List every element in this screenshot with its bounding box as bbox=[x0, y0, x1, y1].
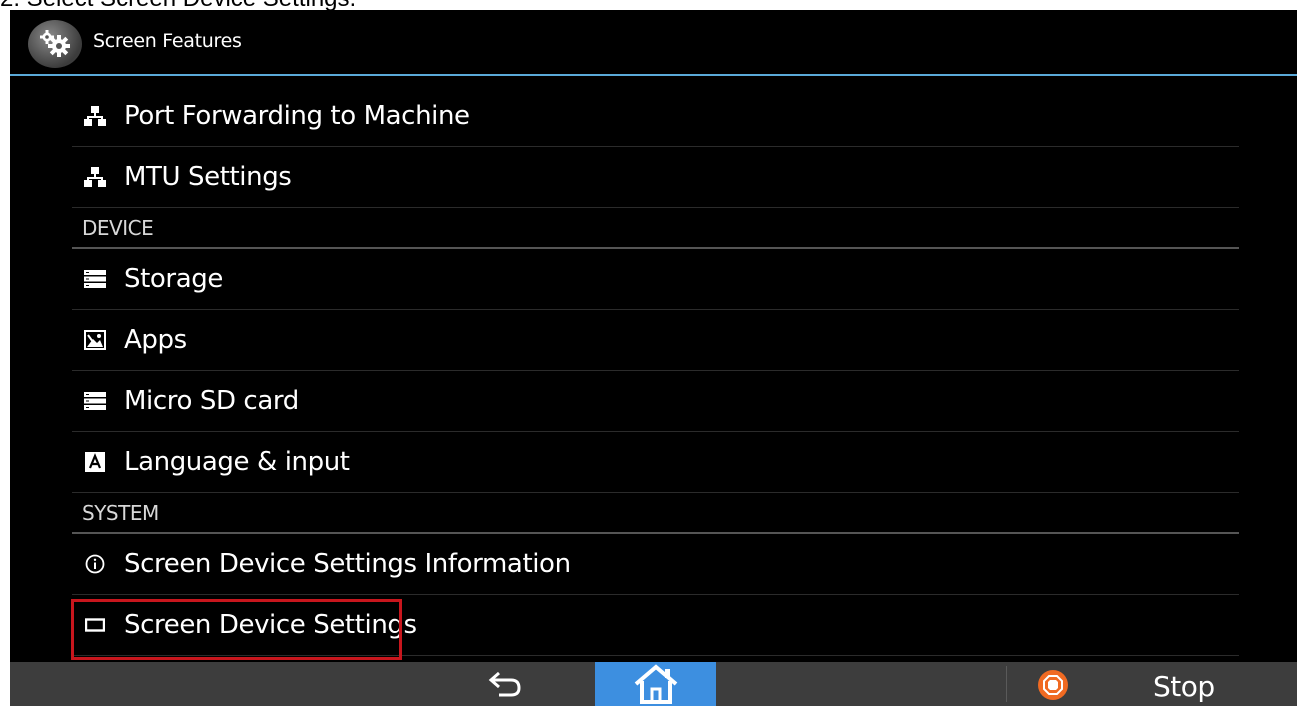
storage-icon bbox=[84, 268, 106, 290]
bar-divider bbox=[1006, 666, 1007, 702]
section-header-system: SYSTEM bbox=[72, 493, 1239, 534]
list-item-label: MTU Settings bbox=[124, 162, 292, 192]
list-item-label: Micro SD card bbox=[124, 386, 299, 416]
list-item-mtu-settings[interactable]: MTU Settings bbox=[72, 147, 1239, 208]
back-arrow-icon[interactable] bbox=[480, 662, 530, 706]
stop-icon[interactable] bbox=[1038, 670, 1068, 700]
list-item-label: Port Forwarding to Machine bbox=[124, 101, 470, 131]
section-label: SYSTEM bbox=[82, 500, 159, 525]
list-item-screen-device-settings[interactable]: Screen Device Settings bbox=[72, 595, 1239, 656]
settings-list: Port Forwarding to Machine MTU Settings … bbox=[72, 86, 1239, 656]
storage-icon bbox=[84, 390, 106, 412]
list-item-screen-device-settings-information[interactable]: Screen Device Settings Information bbox=[72, 534, 1239, 595]
instruction-caption: 2. Select Screen Device Settings. bbox=[0, 0, 356, 11]
list-item-micro-sd-card[interactable]: Micro SD card bbox=[72, 371, 1239, 432]
network-icon bbox=[84, 105, 106, 127]
list-item-label: Screen Device Settings Information bbox=[124, 549, 571, 579]
list-item-port-forwarding[interactable]: Port Forwarding to Machine bbox=[72, 86, 1239, 147]
info-icon bbox=[84, 553, 106, 575]
navigation-bar: Stop bbox=[10, 662, 1297, 706]
apps-icon bbox=[84, 329, 106, 351]
title-bar: Screen Features bbox=[10, 10, 1297, 76]
section-label: DEVICE bbox=[82, 215, 154, 240]
list-item-language-input[interactable]: Language & input bbox=[72, 432, 1239, 493]
network-icon bbox=[84, 166, 106, 188]
stop-button[interactable]: Stop bbox=[1153, 670, 1215, 703]
list-item-label: Storage bbox=[124, 264, 223, 294]
list-item-apps[interactable]: Apps bbox=[72, 310, 1239, 371]
list-item-storage[interactable]: Storage bbox=[72, 249, 1239, 310]
list-item-label: Apps bbox=[124, 325, 187, 355]
language-icon bbox=[84, 451, 106, 473]
device-screen: Screen Features Port Forwarding to Machi… bbox=[10, 10, 1297, 706]
gears-icon[interactable] bbox=[28, 20, 82, 68]
display-icon bbox=[84, 614, 106, 636]
screen-title: Screen Features bbox=[93, 30, 242, 52]
list-item-label: Language & input bbox=[124, 447, 350, 477]
section-header-device: DEVICE bbox=[72, 208, 1239, 249]
list-item-label: Screen Device Settings bbox=[124, 610, 417, 640]
home-icon[interactable] bbox=[595, 662, 716, 706]
